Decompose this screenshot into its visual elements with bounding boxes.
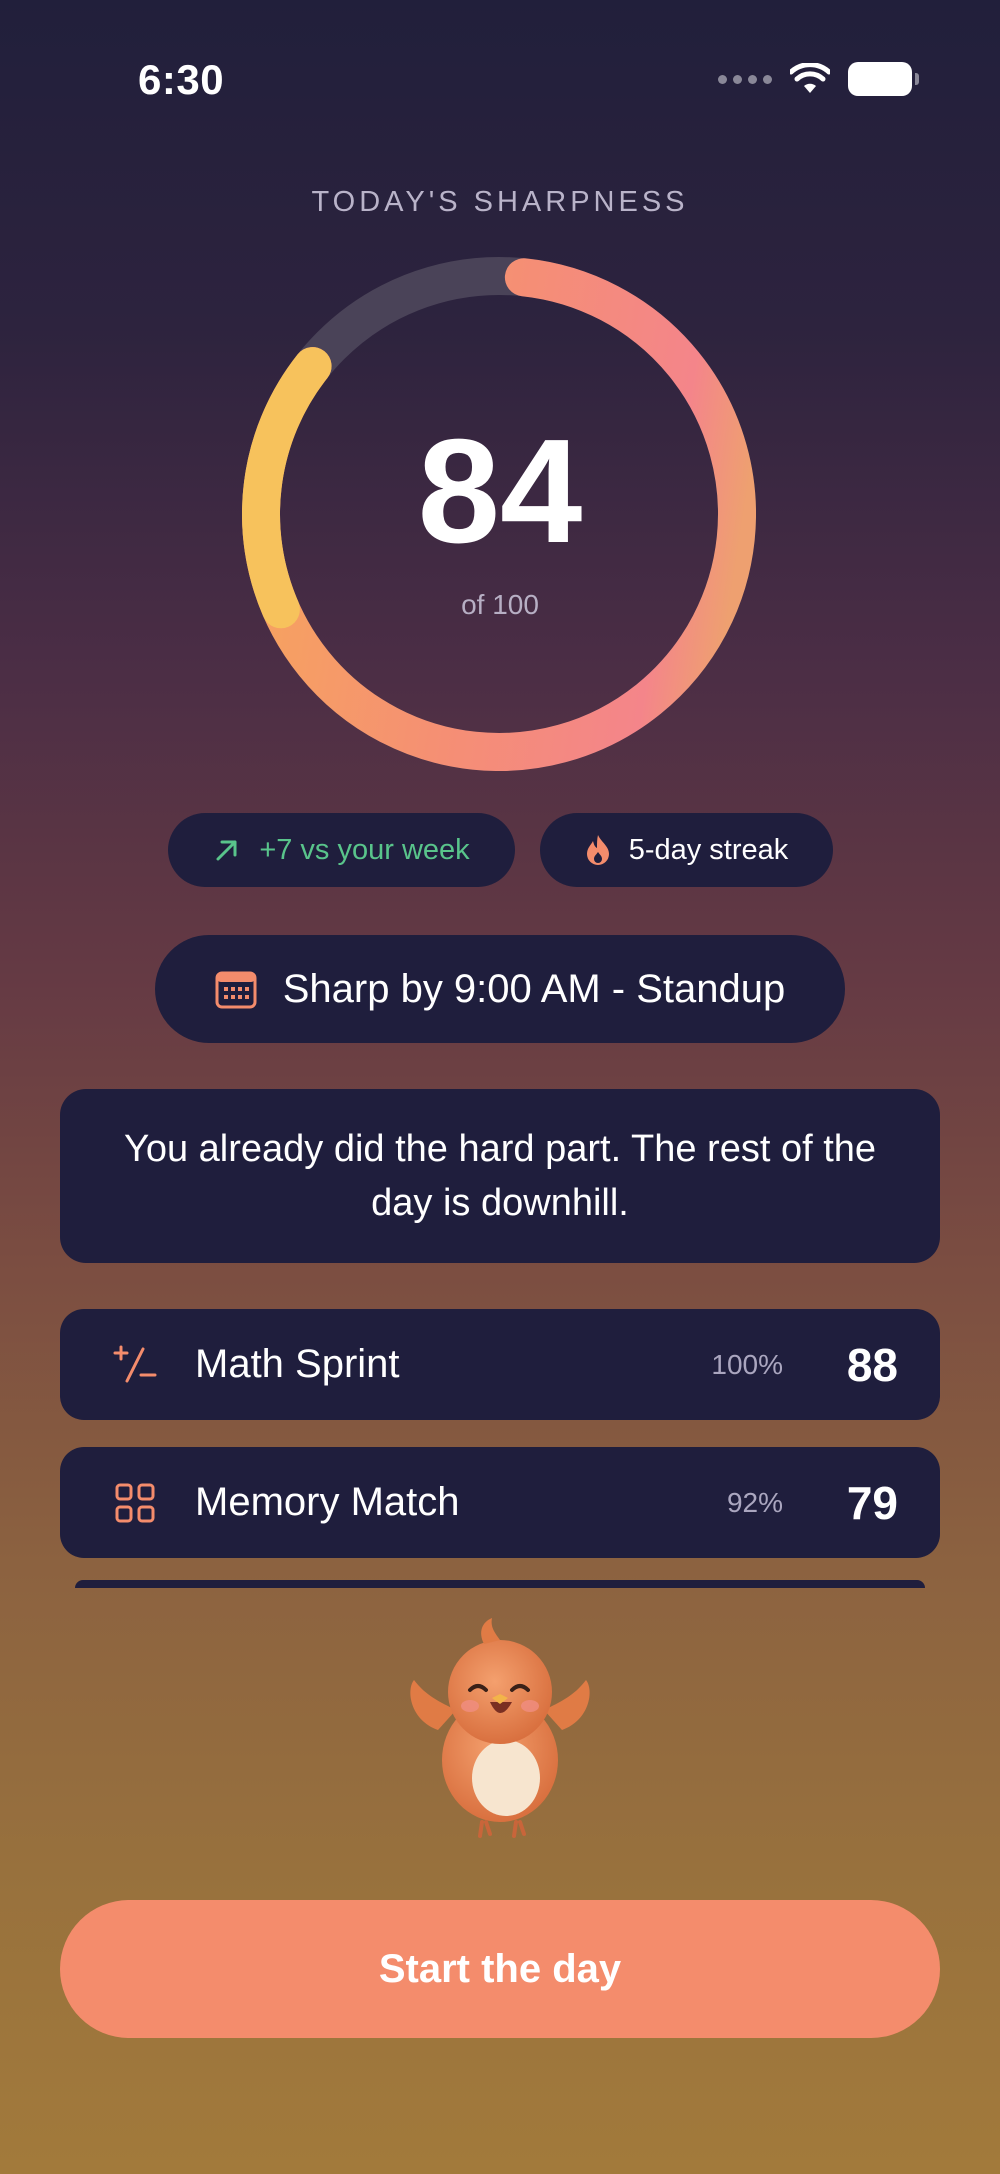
plus-minus-icon <box>105 1345 165 1385</box>
bird-mascot-icon <box>410 1618 590 1838</box>
battery-icon <box>848 62 919 96</box>
encouragement-text: You already did the hard part. The rest … <box>123 1128 877 1224</box>
trend-label: +7 vs your week <box>259 833 470 866</box>
game-name: Memory Match <box>195 1480 460 1524</box>
sharpness-heading: TODAY'S SHARPNESS <box>311 186 689 218</box>
score-subtitle: of 100 <box>461 589 539 620</box>
start-day-button[interactable]: Start the day <box>60 1900 940 2038</box>
deadline-label: Sharp by 9:00 AM - Standup <box>282 966 786 1011</box>
signal-dots-icon <box>718 74 772 84</box>
game-score: 79 <box>846 1476 898 1529</box>
flame-icon <box>586 835 609 865</box>
arrow-up-right-icon <box>216 840 237 861</box>
streak-badge: 5-day streak <box>540 813 833 887</box>
status-icons <box>718 62 919 96</box>
game-row-math-sprint[interactable]: Math Sprint 100% 88 <box>60 1309 940 1420</box>
status-time: 6:30 <box>138 56 225 103</box>
calendar-icon <box>215 971 257 1009</box>
next-row-edge <box>75 1580 925 1588</box>
game-row-memory-match[interactable]: Memory Match 92% 79 <box>60 1447 940 1558</box>
game-name: Math Sprint <box>195 1342 400 1386</box>
score-value: 84 <box>417 409 583 574</box>
game-score: 88 <box>846 1338 898 1391</box>
wifi-icon <box>790 63 830 93</box>
game-percent: 100% <box>711 1348 783 1380</box>
grid-icon <box>105 1482 165 1524</box>
trend-badge: +7 vs your week <box>168 813 515 887</box>
encouragement-card: You already did the hard part. The rest … <box>60 1089 940 1263</box>
game-percent: 92% <box>726 1486 783 1518</box>
streak-label: 5-day streak <box>628 833 789 866</box>
deadline-pill[interactable]: Sharp by 9:00 AM - Standup <box>155 935 845 1043</box>
